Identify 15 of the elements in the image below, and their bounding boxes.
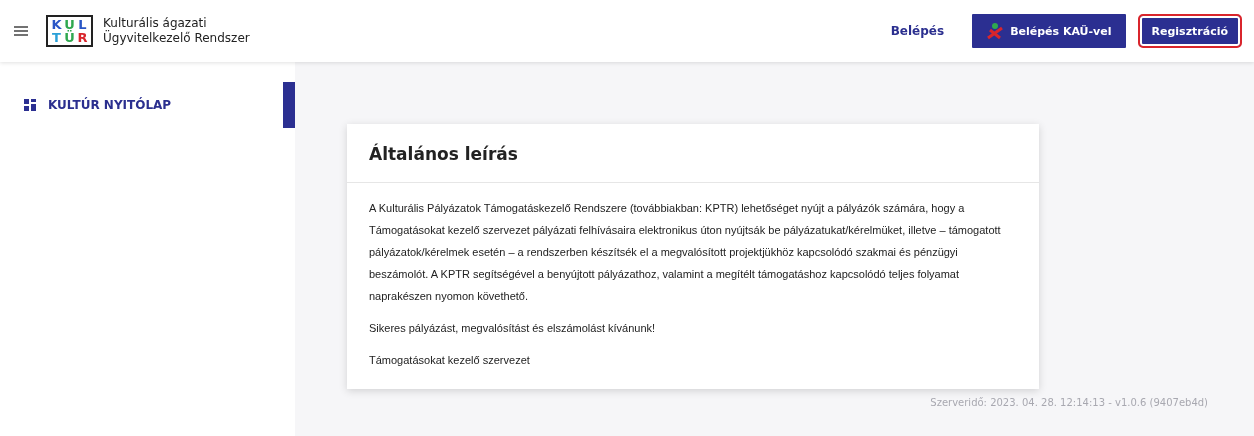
kau-login-button[interactable]: Belépés KAÜ-vel (972, 14, 1126, 48)
dashboard-icon (24, 99, 36, 111)
app-title: Kulturális ágazati (103, 16, 208, 30)
app-title: Ügyvitelkezelő Rendszer (103, 31, 250, 46)
paragraph: Sikeres pályázást, megvalósítást és elszámolást kívánunk! (369, 321, 657, 336)
card-title: Általános leírás (347, 124, 1039, 183)
sidebar-item[interactable]: KULTÚR NYITÓLAP (0, 82, 295, 128)
paragraph: A Kulturális Pályázatok Támogatáskezelő Rendszere (továbbiakban: KPTR) lehetőséget nyújt a pályázók számára, hogy a Támogatásokat kezelő szervezet pályázati felhívásaira elektronikus úton nyújtsák be pályázatukat/kérelmüket, illetve – támogatott pályázatok/kérelmek esetén – a rendszerben készítsék el a megvalósított projektjükhöz kapcsolódó szakmai és pénzügyi beszámolót. A KPTR segítségével a benyújtott pályázathoz, valamint a megítélt támogatáshoz kapcsolódó teljes folyamat naprakészen nyomon követhető. (369, 201, 1002, 304)
version-text: Szerveridő: 2023. 04. 28. 12:14:13 - v1.0.6 (9407eb4d) (930, 397, 1208, 408)
logo: K U L T Ü R (46, 15, 93, 47)
paragraph: Támogatásokat kezelő szervezet (369, 353, 531, 368)
person-icon (986, 22, 1005, 40)
register-button[interactable]: Regisztráció (1137, 14, 1242, 48)
menu-icon[interactable] (14, 25, 28, 37)
login-link[interactable]: Belépés (874, 16, 961, 46)
